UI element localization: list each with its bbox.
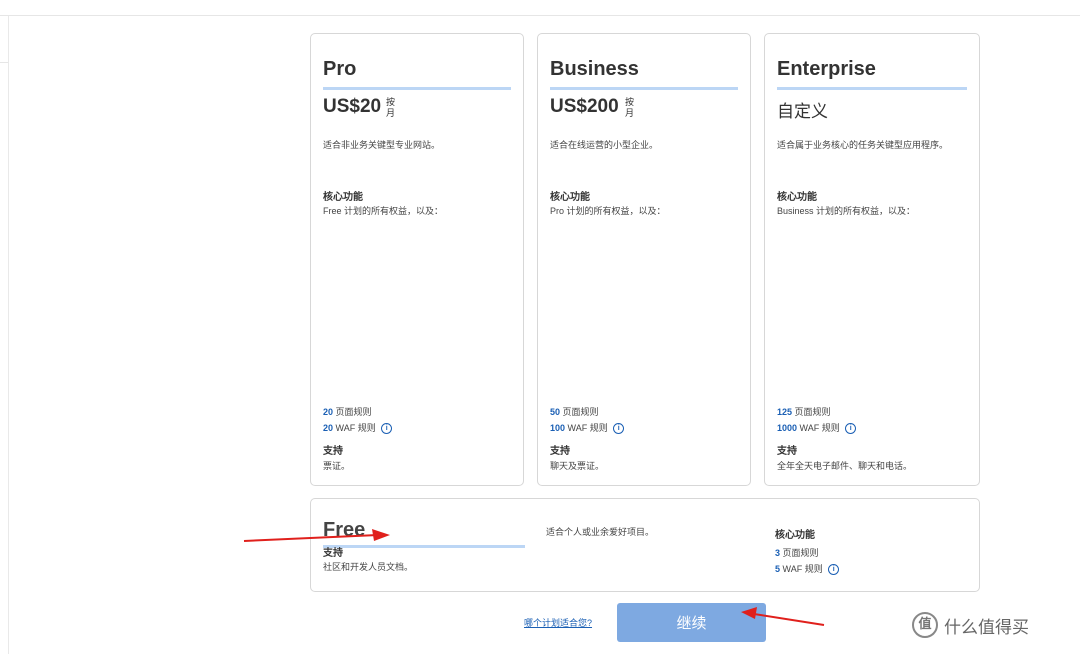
core-features-title: 核心功能 bbox=[323, 192, 363, 203]
info-circle-icon[interactable]: i bbox=[828, 564, 840, 576]
price-unit: 按月 bbox=[386, 97, 396, 118]
waf-rules-count: 100 bbox=[550, 423, 566, 433]
page-rules-label: 页面规则 bbox=[562, 407, 599, 417]
plan-name-underline bbox=[550, 87, 738, 90]
plan-description: 适合非业务关键型专业网站。 bbox=[323, 140, 441, 150]
support-text: 票证。 bbox=[323, 461, 351, 471]
support-text: 社区和开发人员文档。 bbox=[323, 562, 414, 572]
red-arrow-icon bbox=[741, 607, 825, 626]
waf-rules-label: WAF 规则 bbox=[335, 423, 376, 433]
waf-rules-count: 5 bbox=[775, 564, 781, 574]
page-rules-count: 20 bbox=[323, 407, 334, 417]
red-arrow-icon bbox=[243, 529, 390, 542]
which-plan-help-link[interactable]: 哪个计划适合您? bbox=[524, 616, 592, 629]
waf-rules-count: 20 bbox=[323, 423, 334, 433]
core-features-title: 核心功能 bbox=[777, 192, 817, 203]
watermark-icon: 值 bbox=[912, 612, 938, 638]
core-features-subtitle: Business 计划的所有权益，以及： bbox=[777, 206, 916, 216]
support-title: 支持 bbox=[323, 446, 343, 457]
watermark-logo: 值 什么值得买 bbox=[912, 612, 1029, 638]
page-rules-line: 50 页面规则 bbox=[550, 405, 599, 418]
plan-price: US$200 bbox=[550, 96, 619, 117]
page-rules-count: 125 bbox=[777, 407, 793, 417]
watermark-text: 什么值得买 bbox=[944, 617, 1029, 638]
core-features-subtitle: Free 计划的所有权益，以及： bbox=[323, 206, 444, 216]
info-circle-icon[interactable]: i bbox=[845, 423, 857, 435]
core-features-title: 核心功能 bbox=[775, 530, 815, 541]
waf-rules-line: 5 WAF 规则 i bbox=[775, 562, 840, 576]
plan-card-pro[interactable]: Pro US$20 按月 适合非业务关键型专业网站。 核心功能 Free 计划的… bbox=[310, 33, 524, 486]
support-title: 支持 bbox=[777, 446, 797, 457]
page-rules-label: 页面规则 bbox=[794, 407, 831, 417]
plan-description: 适合属于业务核心的任务关键型应用程序。 bbox=[777, 140, 949, 150]
support-text: 全年全天电子邮件、聊天和电话。 bbox=[777, 461, 913, 471]
core-features-subtitle: Pro 计划的所有权益，以及： bbox=[550, 206, 666, 216]
waf-rules-label: WAF 规则 bbox=[782, 564, 823, 574]
core-features-title: 核心功能 bbox=[550, 192, 590, 203]
waf-rules-label: WAF 规则 bbox=[567, 423, 608, 433]
price-unit: 按月 bbox=[625, 97, 635, 118]
support-title: 支持 bbox=[550, 446, 570, 457]
page-rules-line: 3 页面规则 bbox=[775, 546, 819, 559]
top-divider bbox=[0, 15, 1080, 16]
plan-description: 适合在线运营的小型企业。 bbox=[550, 140, 659, 150]
plan-name: Business bbox=[550, 58, 639, 80]
info-circle-icon[interactable]: i bbox=[381, 423, 393, 435]
left-divider bbox=[8, 16, 9, 654]
plan-price: US$20 bbox=[323, 96, 382, 117]
plan-card-enterprise[interactable]: Enterprise 自定义 适合属于业务核心的任务关键型应用程序。 核心功能 … bbox=[764, 33, 980, 486]
page-rules-line: 20 页面规则 bbox=[323, 405, 372, 418]
plan-name-underline bbox=[323, 87, 511, 90]
plan-name: Pro bbox=[323, 58, 357, 80]
waf-rules-line: 100 WAF 规则 i bbox=[550, 421, 625, 435]
page-rules-count: 3 bbox=[775, 548, 781, 558]
page-rules-label: 页面规则 bbox=[335, 407, 372, 417]
plan-card-business[interactable]: Business US$200 按月 适合在线运营的小型企业。 核心功能 Pro… bbox=[537, 33, 751, 486]
waf-rules-line: 20 WAF 规则 i bbox=[323, 421, 393, 435]
plan-name-underline bbox=[777, 87, 967, 90]
waf-rules-label: WAF 规则 bbox=[799, 423, 840, 433]
plan-card-free[interactable]: Free 支持 社区和开发人员文档。 适合个人或业余爱好项目。 核心功能 3 页… bbox=[310, 498, 980, 592]
plan-name: Enterprise bbox=[777, 58, 876, 80]
waf-rules-line: 1000 WAF 规则 i bbox=[777, 421, 857, 435]
plan-description: 适合个人或业余爱好项目。 bbox=[546, 527, 655, 537]
left-tick bbox=[0, 62, 8, 63]
plan-price: 自定义 bbox=[777, 102, 828, 121]
page-rules-count: 50 bbox=[550, 407, 561, 417]
page-rules-label: 页面规则 bbox=[782, 548, 819, 558]
info-circle-icon[interactable]: i bbox=[613, 423, 625, 435]
waf-rules-count: 1000 bbox=[777, 423, 798, 433]
support-text: 聊天及票证。 bbox=[550, 461, 605, 471]
page-rules-line: 125 页面规则 bbox=[777, 405, 831, 418]
